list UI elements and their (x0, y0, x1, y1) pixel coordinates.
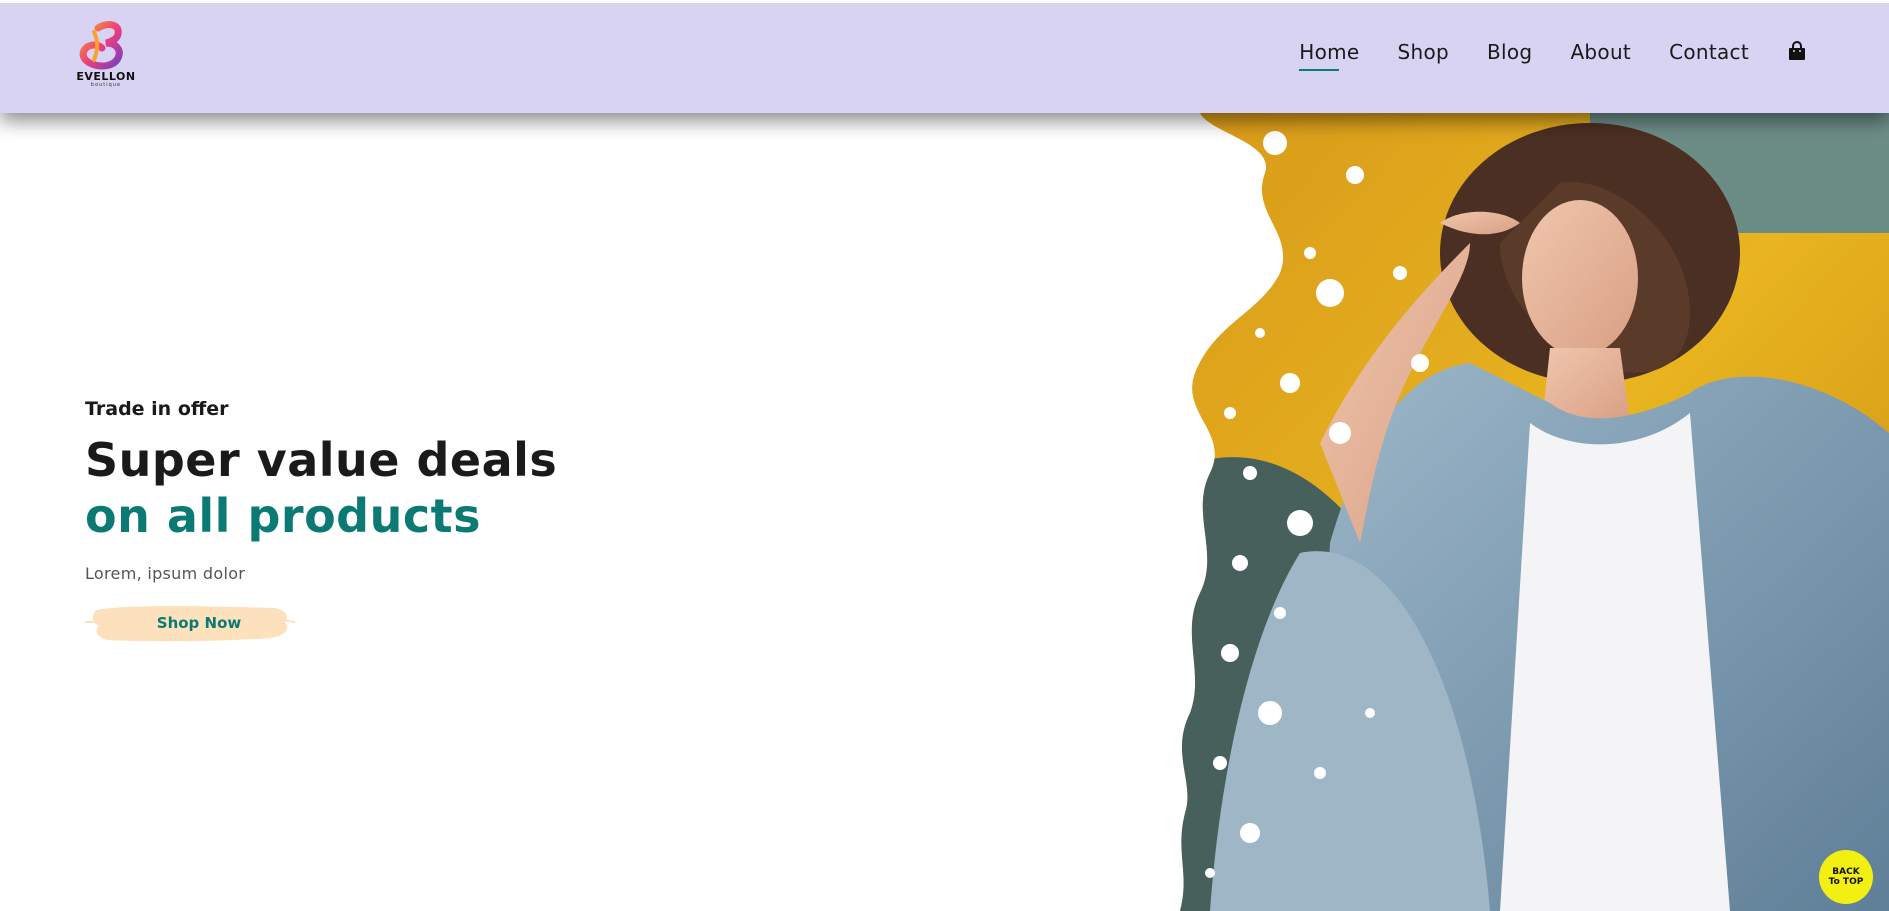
hero-title-line1: Super value deals (85, 433, 558, 487)
hero-text-block: Trade in offer Super value deals on all … (85, 398, 557, 583)
shop-now-label: Shop Now (156, 614, 242, 632)
hero-model-photo (1170, 113, 1889, 911)
back-to-top-button[interactable]: BACK To TOP (1819, 850, 1873, 904)
nav-blog[interactable]: Blog (1487, 40, 1532, 64)
nav-about[interactable]: About (1570, 40, 1631, 64)
nav-contact[interactable]: Contact (1669, 40, 1749, 64)
header-top-border (0, 0, 1889, 3)
shopping-bag-icon[interactable] (1787, 41, 1807, 63)
back-to-top-line1: BACK (1832, 867, 1860, 877)
site-header: EVELLON boutique Home Shop Blog About Co… (0, 0, 1889, 113)
back-to-top-line2: To TOP (1828, 877, 1864, 887)
b-swirl-logo-icon (79, 21, 123, 70)
hero-eyebrow: Trade in offer (85, 398, 229, 420)
hero-title-line2: on all products (85, 489, 481, 543)
main-nav: Home Shop Blog About Contact (1299, 40, 1807, 71)
shop-now-button[interactable]: Shop Now (85, 600, 295, 646)
nav-home[interactable]: Home (1299, 40, 1359, 71)
hero-subtitle: Lorem, ipsum dolor (85, 564, 246, 583)
brand-logo[interactable]: EVELLON boutique (74, 20, 138, 90)
brand-tagline: boutique (90, 82, 122, 88)
nav-shop[interactable]: Shop (1398, 40, 1450, 64)
